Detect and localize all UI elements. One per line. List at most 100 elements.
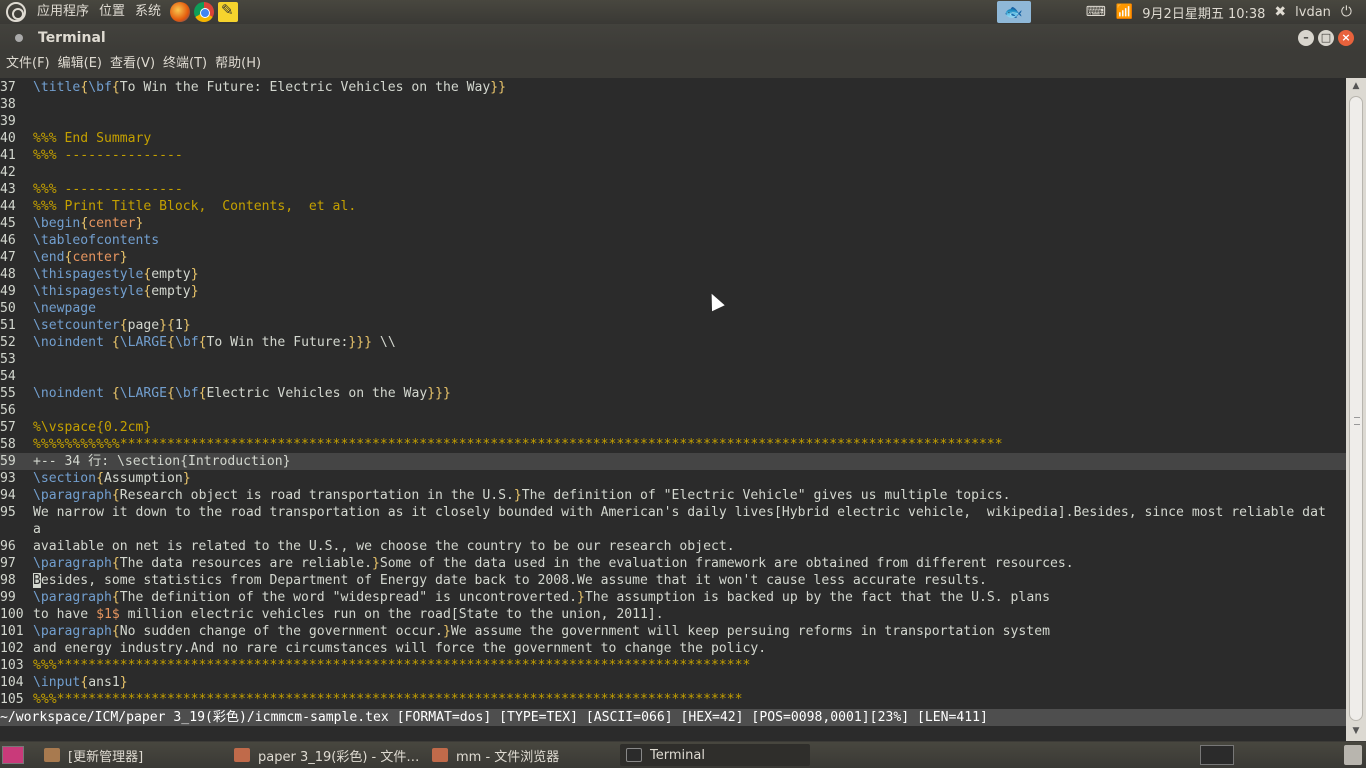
window-menu-icon[interactable] <box>15 34 23 42</box>
code-line[interactable]: a <box>0 521 1346 538</box>
chrome-icon[interactable] <box>194 2 215 22</box>
code-token: \LARGE <box>119 386 168 401</box>
menu-edit[interactable]: 编辑(E) <box>54 52 106 76</box>
code-line[interactable]: 38 <box>0 96 1346 113</box>
code-line[interactable]: 45 \begin{center} <box>0 215 1346 232</box>
code-line[interactable]: 55 \noindent {\LARGE{\bf{Electric Vehicle… <box>0 385 1346 402</box>
close-button[interactable]: × <box>1338 30 1354 46</box>
text-editor-icon[interactable] <box>218 1 239 22</box>
line-number: 38 <box>0 97 16 112</box>
code-token: { <box>111 335 120 350</box>
menu-terminal[interactable]: 终端(T) <box>159 52 211 76</box>
code-line[interactable]: 102 and energy industry.And no rare circu… <box>0 640 1346 657</box>
code-line[interactable]: 99 \paragraph{The definition of the word … <box>0 589 1346 606</box>
ubuntu-logo-icon[interactable] <box>6 2 26 22</box>
code-line[interactable]: 98 Besides, some statistics from Departme… <box>0 572 1346 589</box>
code-line[interactable]: 100 to have $1$ million electric vehicles… <box>0 606 1346 623</box>
line-number: 102 <box>0 641 24 656</box>
code-line[interactable]: 53 <box>0 351 1346 368</box>
code-token: \bf <box>174 386 199 401</box>
terminal-area[interactable]: 37 \title{\bf{To Win the Future: Electric… <box>0 78 1346 741</box>
code-token: \paragraph <box>33 590 112 605</box>
applications-menu[interactable]: 应用程序 <box>32 0 94 24</box>
code-line[interactable]: 37 \title{\bf{To Win the Future: Electric… <box>0 79 1346 96</box>
system-menu[interactable]: 系统 <box>130 0 166 24</box>
code-line[interactable]: 46 \tableofcontents <box>0 232 1346 249</box>
line-number: 55 <box>0 386 16 401</box>
code-line[interactable]: 93 \section{Assumption} <box>0 470 1346 487</box>
code-line[interactable]: 42 <box>0 164 1346 181</box>
code-line[interactable]: 58 %%%%%%%%%%%***************************… <box>0 436 1346 453</box>
menu-file[interactable]: 文件(F) <box>2 52 54 76</box>
code-token: Research object is road transportation i… <box>119 488 514 503</box>
code-line[interactable]: 51 \setcounter{page}{1} <box>0 317 1346 334</box>
power-icon[interactable]: ⏻ <box>1341 4 1352 20</box>
code-token: %%%*************************************… <box>33 692 743 707</box>
grip-icon <box>1354 417 1360 425</box>
code-token: } <box>182 471 191 486</box>
code-token: \LARGE <box>119 335 168 350</box>
code-token: +-- 34 行: \section{Introduction} <box>33 454 291 469</box>
code-line[interactable]: 95 We narrow it down to the road transpor… <box>0 504 1346 521</box>
code-line[interactable]: 54 <box>0 368 1346 385</box>
code-line[interactable]: 43 %%% --------------- <box>0 181 1346 198</box>
code-line[interactable]: 41 %%% --------------- <box>0 147 1346 164</box>
user-name[interactable]: lvdan <box>1295 5 1331 20</box>
code-line[interactable]: 52 \noindent {\LARGE{\bf{To Win the Futur… <box>0 334 1346 351</box>
code-line[interactable]: 39 <box>0 113 1346 130</box>
code-line[interactable]: 103 %%%**********************************… <box>0 657 1346 674</box>
network-icon[interactable]: 📶 <box>1116 4 1133 20</box>
code-line[interactable]: 101 \paragraph{No sudden change of the go… <box>0 623 1346 640</box>
code-token: } <box>190 284 199 299</box>
code-token: %\vspace{0.2cm} <box>33 420 152 435</box>
window-titlebar[interactable]: Terminal – □ × <box>0 24 1366 52</box>
code-line[interactable]: 57 %\vspace{0.2cm} <box>0 419 1346 436</box>
code-token: { <box>167 335 175 350</box>
code-token: { <box>111 386 120 401</box>
code-token: { <box>111 590 120 605</box>
task-terminal[interactable]: Terminal <box>620 744 810 766</box>
line-number: 94 <box>0 488 16 503</box>
code-line[interactable]: 40 %%% End Summary <box>0 130 1346 147</box>
code-line[interactable]: 104 \input{ans1} <box>0 674 1346 691</box>
line-number: 39 <box>0 114 16 129</box>
code-token: }}} <box>348 335 373 350</box>
code-line[interactable]: 97 \paragraph{The data resources are reli… <box>0 555 1346 572</box>
minimize-button[interactable]: – <box>1298 30 1314 46</box>
code-line[interactable]: 44 %%% Print Title Block, Contents, et al… <box>0 198 1346 215</box>
keyboard-icon[interactable]: ⌨ <box>1086 4 1106 20</box>
text-cursor: B <box>33 573 41 588</box>
scrollbar-thumb[interactable] <box>1349 96 1363 721</box>
line-number: 103 <box>0 658 24 673</box>
code-line[interactable]: 56 <box>0 402 1346 419</box>
code-line[interactable]: 49 \thispagestyle{empty} <box>0 283 1346 300</box>
code-line[interactable]: 47 \end{center} <box>0 249 1346 266</box>
code-token: \input <box>33 675 81 690</box>
code-line[interactable]: 96 available on net is related to the U.S… <box>0 538 1346 555</box>
code-line[interactable]: 105 %%%**********************************… <box>0 691 1346 708</box>
terminal-scrollbar[interactable]: ▲ ▼ <box>1346 78 1366 741</box>
folded-line[interactable]: 59 +-- 34 行: \section{Introduction} <box>0 453 1346 470</box>
task-update-manager[interactable]: [更新管理器] <box>38 744 226 766</box>
trash-icon[interactable] <box>1344 745 1362 765</box>
code-line[interactable]: 94 \paragraph{Research object is road tra… <box>0 487 1346 504</box>
code-token: Electric Vehicles on the Way <box>206 386 428 401</box>
menu-help[interactable]: 帮助(H) <box>211 52 265 76</box>
code-token: \title <box>33 80 81 95</box>
task-file-browser-mm[interactable]: mm - 文件浏览器 <box>426 744 618 766</box>
line-number: 52 <box>0 335 16 350</box>
firefox-icon[interactable] <box>170 2 191 22</box>
user-status-icon[interactable]: ✖ <box>1274 4 1286 20</box>
show-desktop-icon[interactable] <box>2 746 24 764</box>
code-line[interactable]: 48 \thispagestyle{empty} <box>0 266 1346 283</box>
task-file-browser-paper[interactable]: paper 3_19(彩色) - 文件… <box>228 744 424 766</box>
maximize-button[interactable]: □ <box>1318 30 1334 46</box>
code-line[interactable]: 50 \newpage <box>0 300 1346 317</box>
scroll-down-icon[interactable]: ▼ <box>1350 726 1362 738</box>
workspace-switcher[interactable] <box>1200 745 1234 765</box>
fish-applet-icon[interactable]: 🐟 <box>996 1 1031 23</box>
places-menu[interactable]: 位置 <box>94 0 130 24</box>
clock[interactable]: 9月2日星期五 10:38 <box>1142 3 1265 22</box>
scroll-up-icon[interactable]: ▲ <box>1350 81 1362 93</box>
menu-view[interactable]: 查看(V) <box>106 52 159 76</box>
